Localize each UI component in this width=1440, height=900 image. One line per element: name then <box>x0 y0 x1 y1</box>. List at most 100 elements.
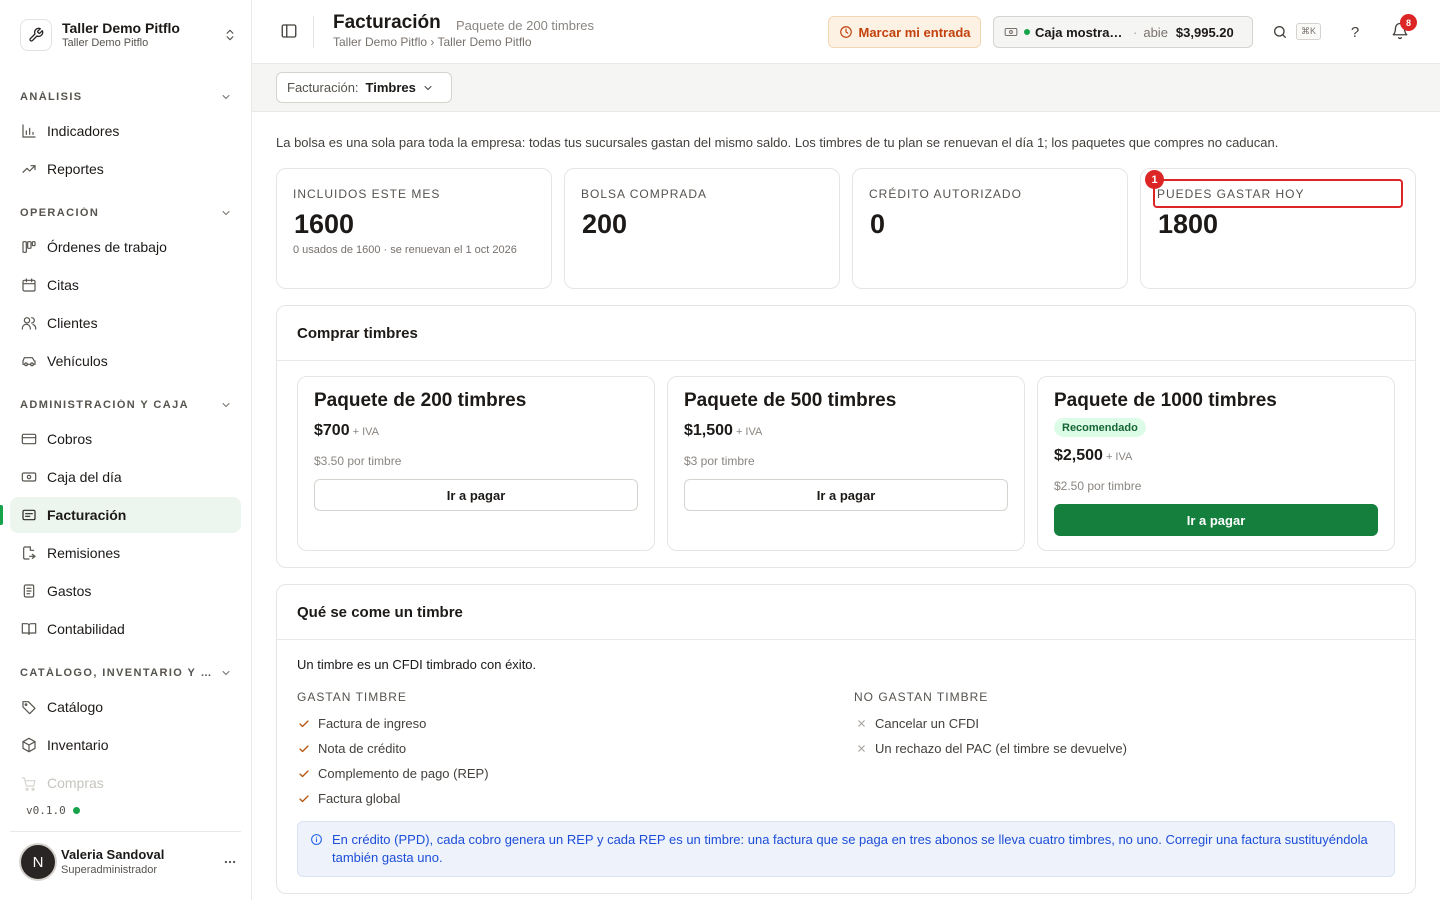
tax-note: + IVA <box>352 426 379 438</box>
sidebar-item-citas[interactable]: Citas <box>10 267 241 303</box>
workspace-switcher[interactable]: Taller Demo Pitflo Taller Demo Pitflo <box>20 16 240 54</box>
stat-available: Puedes gastar hoy 1800 <box>1140 168 1416 289</box>
sidebar-item-indicadores[interactable]: Indicadores <box>10 113 241 149</box>
x-icon <box>854 718 868 729</box>
nospend-heading: No gastan timbre <box>854 690 989 704</box>
section-catalogo[interactable]: Catálogo, inventario y co... <box>20 667 232 679</box>
workspace-name: Taller Demo Pitflo <box>62 20 180 36</box>
sidebar-item-ordenes[interactable]: Órdenes de trabajo <box>10 229 241 265</box>
billing-section-select[interactable]: Facturación: Timbres <box>276 72 452 103</box>
check-icon <box>297 768 311 780</box>
x-icon <box>854 743 868 754</box>
info-icon <box>310 833 323 846</box>
list-item-label: Factura de ingreso <box>318 716 427 731</box>
user-role: Superadministrador <box>61 864 157 876</box>
list-item-label: Un rechazo del PAC (el timbre se devuelv… <box>875 741 1127 756</box>
more-horizontal-icon[interactable] <box>219 855 241 869</box>
section-analisis[interactable]: Análisis <box>20 91 232 103</box>
tag-icon <box>20 698 38 716</box>
car-icon <box>20 352 38 370</box>
sidebar-item-label: Caja del día <box>47 469 122 485</box>
package-name: Paquete de 200 timbres <box>314 390 527 411</box>
pay-button[interactable]: Ir a pagar <box>1054 504 1378 536</box>
list-item-label: Complemento de pago (REP) <box>318 766 489 781</box>
trend-icon <box>20 160 38 178</box>
recommended-badge: Recomendado <box>1054 418 1146 437</box>
filter-bar: Facturación: Timbres <box>252 64 1440 112</box>
sidebar-toggle-icon[interactable] <box>280 22 298 40</box>
sidebar-item-gastos[interactable]: Gastos <box>10 573 241 609</box>
status-dot <box>1024 29 1030 35</box>
section-operacion[interactable]: Operación <box>20 207 232 219</box>
list-item-label: Cancelar un CFDI <box>875 716 980 731</box>
price-value: $700 <box>314 422 350 439</box>
stat-value: 1600 <box>294 209 355 239</box>
sidebar-item-facturacion[interactable]: Facturación <box>10 497 241 533</box>
kanban-icon <box>20 238 38 256</box>
user-menu[interactable]: N Valeria Sandoval Superadministrador <box>19 843 241 881</box>
list-item: Complemento de pago (REP) <box>297 766 489 781</box>
sidebar-item-label: Catálogo <box>47 699 104 715</box>
users-icon <box>20 314 38 332</box>
chevron-down-icon <box>422 82 434 94</box>
check-icon <box>297 793 311 805</box>
sidebar-item-cobros[interactable]: Cobros <box>10 421 241 457</box>
sidebar-item-compras[interactable]: Compras <box>10 765 241 793</box>
price-per-stamp: $3.50 por timbre <box>314 454 402 468</box>
banknote-icon <box>20 468 38 486</box>
section-label: Administración y caja <box>20 399 189 411</box>
package-name: Paquete de 1000 timbres <box>1054 390 1277 411</box>
package-name: Paquete de 500 timbres <box>684 390 897 411</box>
info-text: En crédito (PPD), cada cobro genera un R… <box>332 832 1368 865</box>
book-icon <box>20 620 38 638</box>
sidebar-item-caja[interactable]: Caja del día <box>10 459 241 495</box>
sidebar-item-inventario[interactable]: Inventario <box>10 727 241 763</box>
stat-included: Incluidos este mes 1600 0 usados de 1600… <box>276 168 552 289</box>
pay-button[interactable]: Ir a pagar <box>314 479 638 511</box>
package-card-1000: Paquete de 1000 timbres Recomendado $2,5… <box>1037 376 1395 551</box>
stat-purchased: Bolsa comprada 200 <box>564 168 840 289</box>
list-item: Factura global <box>297 791 400 806</box>
banknote-icon <box>1004 25 1018 39</box>
stat-label: Incluidos este mes <box>293 187 441 201</box>
tax-note: + IVA <box>1105 451 1133 463</box>
sidebar-item-reportes[interactable]: Reportes <box>10 151 241 187</box>
section-label: Catálogo, inventario y co... <box>20 667 212 679</box>
mark-entry-label: Marcar mi entrada <box>858 24 971 40</box>
package-price: $2,500 + IVA <box>1054 447 1132 465</box>
list-item-label: Factura global <box>318 791 401 806</box>
active-indicator <box>0 505 3 525</box>
price-per-stamp: $2.50 por timbre <box>1054 479 1142 493</box>
intro-text: La bolsa es una sola para toda la empres… <box>276 135 1279 150</box>
topbar: Facturación Paquete de 200 timbres Talle… <box>252 0 1440 64</box>
pay-button[interactable]: Ir a pagar <box>684 479 1008 511</box>
list-item: Cancelar un CFDI <box>854 716 979 731</box>
version-label: v0.1.0 <box>26 804 66 817</box>
sidebar-item-clientes[interactable]: Clientes <box>10 305 241 341</box>
sidebar-item-catalogo[interactable]: Catálogo <box>10 689 241 725</box>
cash-register-amount: $3,995.20 <box>1175 24 1234 40</box>
package-price: $1,500 + IVA <box>684 422 762 440</box>
cash-register-name: Caja mostrad... <box>1035 24 1127 40</box>
page-subtitle: Paquete de 200 timbres <box>456 18 595 33</box>
sidebar-item-label: Gastos <box>47 583 92 599</box>
package-card-500: Paquete de 500 timbres $1,500 + IVA $3 po… <box>667 376 1025 551</box>
page-title: Facturación <box>333 12 441 33</box>
sidebar-item-contabilidad[interactable]: Contabilidad <box>10 611 241 647</box>
sidebar-item-remisiones[interactable]: Remisiones <box>10 535 241 571</box>
receipt-icon <box>20 506 38 524</box>
sidebar-item-vehiculos[interactable]: Vehículos <box>10 343 241 379</box>
search-icon[interactable] <box>1272 24 1288 40</box>
sidebar-item-label: Compras <box>47 775 104 791</box>
stat-label: Puedes gastar hoy <box>1157 187 1305 201</box>
select-value: Timbres <box>365 80 416 95</box>
mark-entry-button[interactable]: Marcar mi entrada <box>828 16 981 48</box>
panel-title: Comprar timbres <box>297 325 418 342</box>
divider <box>10 831 241 832</box>
cash-register-selector[interactable]: Caja mostrad... · abie $3,995.20 <box>993 16 1253 48</box>
user-name: Valeria Sandoval <box>61 847 165 862</box>
help-button[interactable]: ? <box>1345 22 1365 42</box>
package-card-200: Paquete de 200 timbres $700 + IVA $3.50 p… <box>297 376 655 551</box>
notification-badge: 8 <box>1400 14 1417 31</box>
section-administracion[interactable]: Administración y caja <box>20 399 232 411</box>
